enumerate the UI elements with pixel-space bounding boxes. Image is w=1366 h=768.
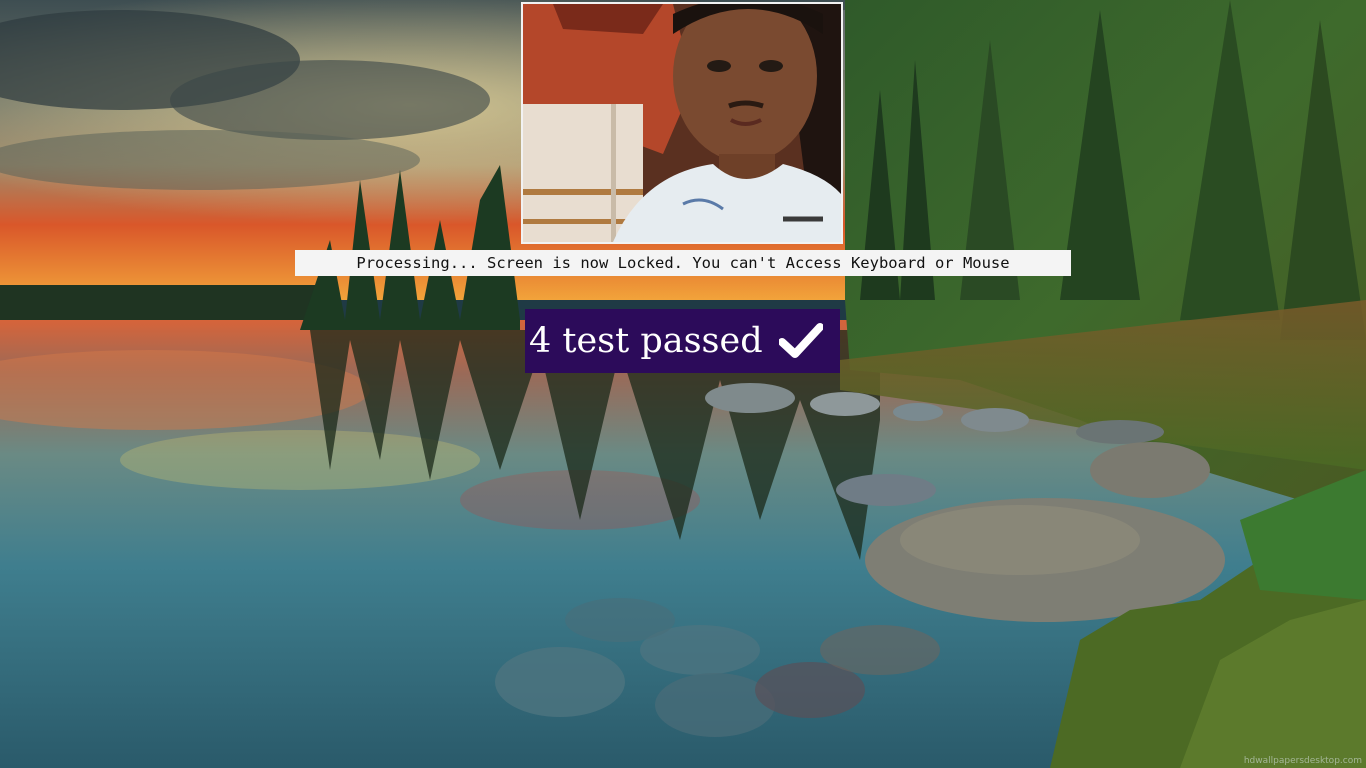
test-result-badge: 4 test passed [525, 309, 840, 373]
wallpaper-watermark: hdwallpapersdesktop.com [1243, 756, 1362, 766]
person-photo [523, 4, 841, 242]
webcam-snapshot [521, 2, 843, 244]
lock-screen: Processing... Screen is now Locked. You … [0, 0, 1366, 768]
check-icon [778, 323, 823, 358]
lock-status-message: Processing... Screen is now Locked. You … [295, 250, 1071, 276]
test-result-text: 4 test passed [529, 321, 763, 361]
